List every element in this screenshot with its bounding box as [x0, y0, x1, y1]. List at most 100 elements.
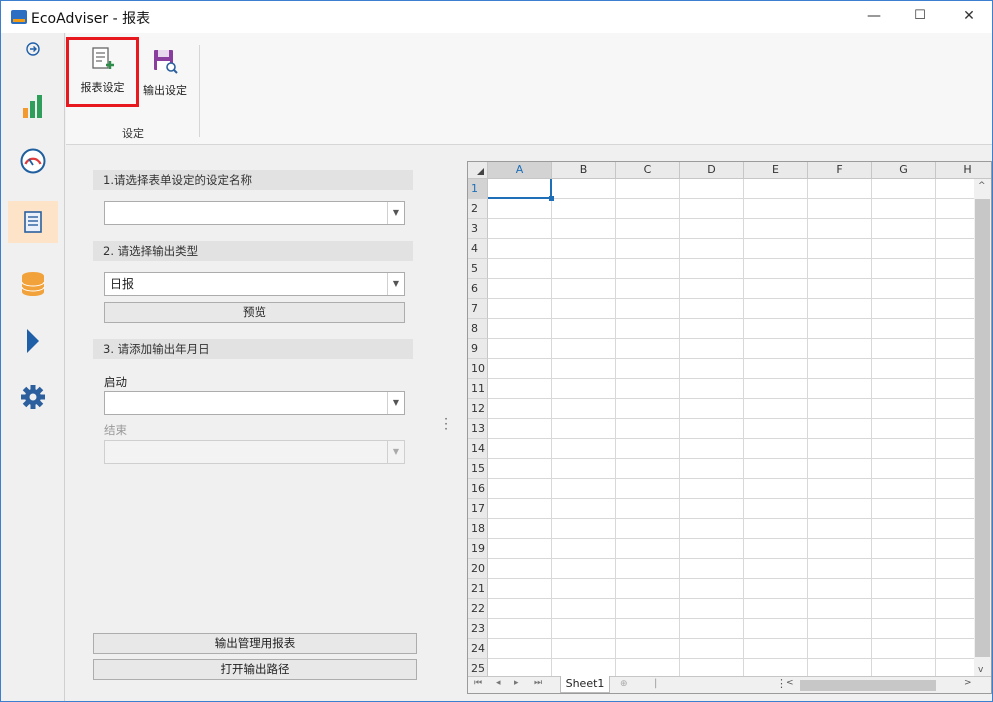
chart-icon — [23, 95, 42, 118]
title-bar: EcoAdviser - 报表 — ☐ ✕ — [1, 1, 992, 33]
nav-settings[interactable] — [8, 376, 58, 418]
report-settings-button[interactable]: 报表设定 — [66, 37, 139, 107]
database-icon — [21, 272, 45, 296]
row-header[interactable]: 11 — [468, 379, 488, 399]
column-header[interactable]: C — [616, 162, 680, 179]
tab-divider: | — [654, 678, 658, 689]
row-header[interactable]: 22 — [468, 599, 488, 619]
sheet-tab[interactable]: Sheet1 — [560, 676, 610, 693]
panel-splitter-handle[interactable]: · · · — [443, 413, 449, 435]
maximize-button[interactable]: ☐ — [897, 1, 943, 33]
ribbon-group-label: 设定 — [122, 127, 144, 140]
close-button[interactable]: ✕ — [946, 1, 992, 33]
app-logo-icon — [11, 10, 27, 24]
row-header[interactable]: 16 — [468, 479, 488, 499]
settings-panel: 1.请选择表单设定的设定名称 ▼ 2. 请选择输出类型 日报 ▼ 预览 3. 请… — [66, 146, 446, 702]
row-header[interactable]: 9 — [468, 339, 488, 359]
row-header[interactable]: 19 — [468, 539, 488, 559]
end-label: 结束 — [104, 423, 127, 437]
row-header[interactable]: 20 — [468, 559, 488, 579]
gauge-icon — [20, 148, 46, 174]
column-header[interactable]: D — [680, 162, 744, 179]
ribbon-separator — [199, 45, 200, 137]
output-type-value: 日报 — [110, 277, 135, 291]
play-icon — [27, 329, 39, 353]
output-settings-label: 输出设定 — [143, 84, 187, 97]
row-header[interactable]: 7 — [468, 299, 488, 319]
row-header[interactable]: 1 — [468, 179, 488, 199]
vertical-scroll-thumb[interactable] — [975, 199, 990, 657]
column-header[interactable]: F — [808, 162, 872, 179]
select-all-corner[interactable] — [468, 162, 488, 179]
dropdown-arrow-icon[interactable]: ▼ — [387, 392, 404, 414]
setting-name-dropdown[interactable]: ▼ — [104, 201, 405, 225]
row-header[interactable]: 23 — [468, 619, 488, 639]
nav-chart[interactable] — [8, 85, 58, 127]
active-cell[interactable] — [488, 179, 552, 199]
expand-icon — [26, 42, 40, 56]
report-settings-icon — [91, 47, 114, 69]
row-header[interactable]: 12 — [468, 399, 488, 419]
row-header[interactable]: 6 — [468, 279, 488, 299]
scroll-left-icon[interactable]: < — [786, 678, 794, 688]
next-sheet-icon[interactable]: ▸ — [514, 678, 519, 688]
output-settings-button[interactable]: 输出设定 — [138, 45, 192, 107]
row-header[interactable]: 3 — [468, 219, 488, 239]
section-output-type-header: 2. 请选择输出类型 — [93, 241, 413, 261]
end-date-dropdown: ▼ — [104, 440, 405, 464]
open-output-path-button[interactable]: 打开输出路径 — [93, 659, 417, 680]
nav-report[interactable] — [8, 201, 58, 243]
row-header[interactable]: 8 — [468, 319, 488, 339]
row-header[interactable]: 21 — [468, 579, 488, 599]
settings-icon — [21, 385, 45, 409]
nav-database[interactable] — [8, 263, 58, 305]
dropdown-arrow-icon[interactable]: ▼ — [387, 273, 404, 295]
minimize-button[interactable]: — — [851, 1, 897, 33]
spreadsheet[interactable]: ABCDEFGH 1 2 3 4 5 6 7 8 9 10 11 12 13 14 15 16 17 18 19 20… — [467, 161, 992, 694]
column-header[interactable]: H — [936, 162, 991, 179]
column-header[interactable]: E — [744, 162, 808, 179]
scroll-up-icon[interactable]: ^ — [978, 181, 986, 191]
dropdown-arrow-icon[interactable]: ▼ — [387, 202, 404, 224]
window-title: EcoAdviser - 报表 — [31, 11, 151, 27]
horizontal-scroll-thumb[interactable] — [800, 680, 936, 691]
row-header[interactable]: 2 — [468, 199, 488, 219]
scroll-right-icon[interactable]: > — [964, 678, 972, 688]
row-header[interactable]: 14 — [468, 439, 488, 459]
app-window: EcoAdviser - 报表 — ☐ ✕ 报表设定 输出设定 设定 1.请选择… — [0, 0, 993, 702]
section-date-header: 3. 请添加输出年月日 — [93, 339, 413, 359]
left-navigation — [1, 33, 65, 701]
row-header[interactable]: 5 — [468, 259, 488, 279]
preview-button[interactable]: 预览 — [104, 302, 405, 323]
report-settings-label: 报表设定 — [80, 81, 125, 94]
nav-run[interactable] — [8, 320, 58, 362]
admin-report-button[interactable]: 输出管理用报表 — [93, 633, 417, 654]
vertical-scrollbar[interactable]: ^ v — [974, 179, 991, 678]
row-header[interactable]: 4 — [468, 239, 488, 259]
add-sheet-icon[interactable]: ⊕ — [620, 679, 628, 689]
nav-expand-button[interactable] — [8, 35, 58, 63]
row-header[interactable]: 13 — [468, 419, 488, 439]
report-icon — [24, 211, 42, 233]
scroll-down-icon[interactable]: v — [978, 665, 983, 675]
first-sheet-icon[interactable]: ⏮ — [474, 678, 482, 688]
fill-handle[interactable] — [549, 196, 554, 201]
column-header[interactable]: B — [552, 162, 616, 179]
section-setting-name-header: 1.请选择表单设定的设定名称 — [93, 170, 413, 190]
nav-gauge[interactable] — [8, 140, 58, 182]
column-header[interactable]: A — [488, 162, 552, 179]
start-label: 启动 — [104, 375, 127, 389]
output-type-dropdown[interactable]: 日报 ▼ — [104, 272, 405, 296]
sheet-tab-bar: ⏮ ◂ ▸ ⏭ Sheet1 ⊕ | ⋮ < > — [468, 676, 991, 693]
row-header[interactable]: 17 — [468, 499, 488, 519]
start-date-dropdown[interactable]: ▼ — [104, 391, 405, 415]
ribbon: 报表设定 输出设定 设定 — [66, 33, 992, 145]
cell-grid[interactable] — [488, 179, 976, 678]
prev-sheet-icon[interactable]: ◂ — [496, 678, 501, 688]
row-header[interactable]: 18 — [468, 519, 488, 539]
column-header[interactable]: G — [872, 162, 936, 179]
row-header[interactable]: 24 — [468, 639, 488, 659]
last-sheet-icon[interactable]: ⏭ — [534, 678, 542, 688]
row-header[interactable]: 10 — [468, 359, 488, 379]
row-header[interactable]: 15 — [468, 459, 488, 479]
